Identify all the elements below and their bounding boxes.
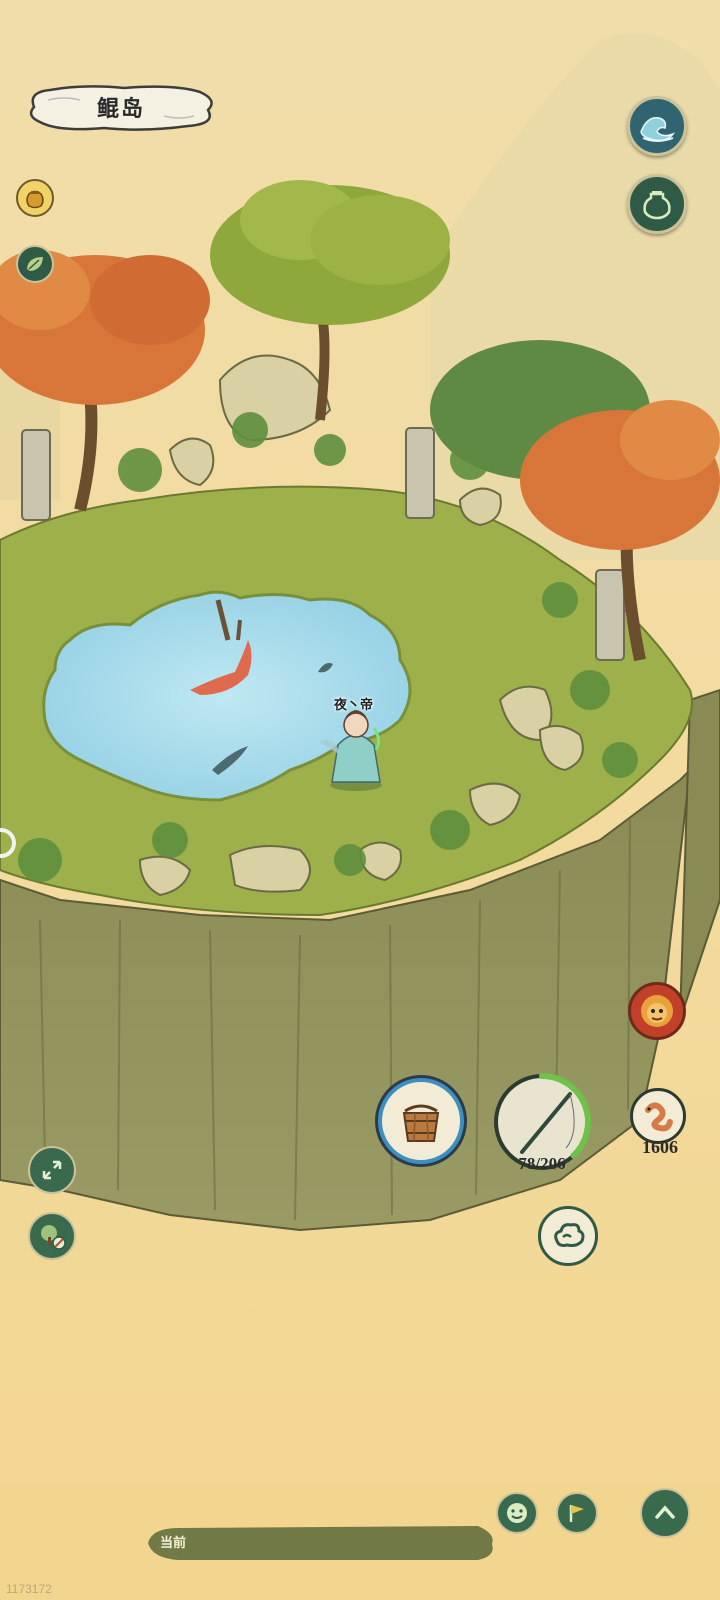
monster-button[interactable]	[628, 982, 686, 1040]
wave-icon	[640, 117, 676, 142]
location-title-banner[interactable]: 鲲岛	[24, 80, 218, 134]
emote-button[interactable]	[496, 1492, 538, 1534]
cloud-button[interactable]	[538, 1206, 598, 1266]
honey-pot-icon	[26, 190, 44, 209]
lion-mask-icon	[641, 995, 673, 1027]
user-id-watermark: 1173172	[6, 1582, 52, 1596]
island-scene	[0, 0, 720, 1600]
fishing-rod-button[interactable]: 78/206	[492, 1072, 592, 1173]
expand-arrows-icon	[42, 1160, 62, 1180]
wooden-bucket-icon	[402, 1104, 440, 1142]
tree-off-icon	[41, 1225, 66, 1250]
flag-icon	[569, 1505, 584, 1522]
bait-button[interactable]	[630, 1088, 686, 1144]
smiley-icon	[507, 1503, 527, 1523]
honey-pot-button[interactable]	[16, 179, 54, 217]
jar-icon	[643, 191, 671, 220]
rod-durability-text: 78/206	[518, 1154, 566, 1173]
chat-channel-label[interactable]: 当前	[160, 1532, 186, 1551]
cloud-icon	[554, 1223, 585, 1247]
leaf-button[interactable]	[16, 245, 54, 283]
leaf-icon	[27, 257, 43, 271]
expand-view-button[interactable]	[28, 1146, 76, 1194]
player-name-tag: 夜丶帝	[334, 698, 374, 713]
bait-count: 1606	[642, 1137, 678, 1157]
bucket-button[interactable]	[378, 1078, 464, 1164]
location-title: 鲲岛	[96, 96, 145, 122]
worm-bait-icon	[645, 1102, 673, 1132]
expand-menu-button[interactable]	[640, 1488, 690, 1538]
weather-button[interactable]	[627, 96, 687, 156]
toggle-trees-button[interactable]	[28, 1212, 76, 1260]
chevron-up-icon	[655, 1505, 675, 1519]
bag-button[interactable]	[627, 174, 687, 234]
chat-bar[interactable]	[148, 1522, 496, 1564]
flag-button[interactable]	[556, 1492, 598, 1534]
